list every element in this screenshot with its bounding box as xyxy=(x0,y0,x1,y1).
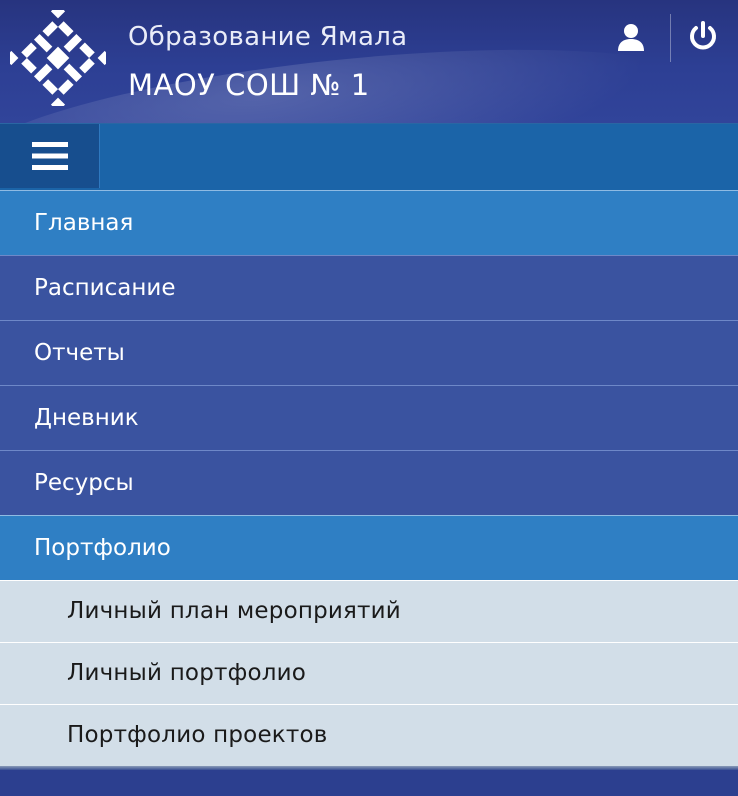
nav-item-label: Дневник xyxy=(34,405,139,431)
nav-item-home[interactable]: Главная xyxy=(0,190,738,255)
power-icon[interactable] xyxy=(686,20,720,54)
user-icon[interactable] xyxy=(614,20,648,54)
nav-item-schedule[interactable]: Расписание xyxy=(0,255,738,320)
app-header: Образование Ямала МАОУ СОШ № 1 xyxy=(0,0,738,123)
header-subtitle: Образование Ямала xyxy=(128,22,408,52)
submenu-item-label: Личный портфолио xyxy=(67,660,307,686)
hamburger-menu-icon xyxy=(31,142,68,170)
submenu-item-personal-portfolio[interactable]: Личный портфолио xyxy=(0,642,738,704)
nav-item-label: Портфолио xyxy=(34,535,171,561)
nav-item-label: Отчеты xyxy=(34,340,125,366)
submenu-item-personal-events-plan[interactable]: Личный план мероприятий xyxy=(0,580,738,642)
nav-item-portfolio[interactable]: Портфолио xyxy=(0,515,738,580)
toolbar xyxy=(0,123,738,190)
yamal-ornament-logo[interactable] xyxy=(10,10,106,106)
header-title: МАОУ СОШ № 1 xyxy=(128,68,370,102)
nav-item-label: Расписание xyxy=(34,275,176,301)
nav-item-diary[interactable]: Дневник xyxy=(0,385,738,450)
nav-item-label: Ресурсы xyxy=(34,470,134,496)
nav-item-reports[interactable]: Отчеты xyxy=(0,320,738,385)
menu-toggle-button[interactable] xyxy=(0,124,100,188)
main-navigation: Главная Расписание Отчеты Дневник Ресурс… xyxy=(0,190,738,770)
header-divider xyxy=(670,14,671,62)
submenu-item-projects-portfolio[interactable]: Портфолио проектов xyxy=(0,704,738,766)
nav-item-resources[interactable]: Ресурсы xyxy=(0,450,738,515)
menu-bottom-edge xyxy=(0,766,738,770)
nav-item-label: Главная xyxy=(34,210,134,236)
submenu-item-label: Портфолио проектов xyxy=(67,722,328,748)
submenu-item-label: Личный план мероприятий xyxy=(67,598,401,624)
